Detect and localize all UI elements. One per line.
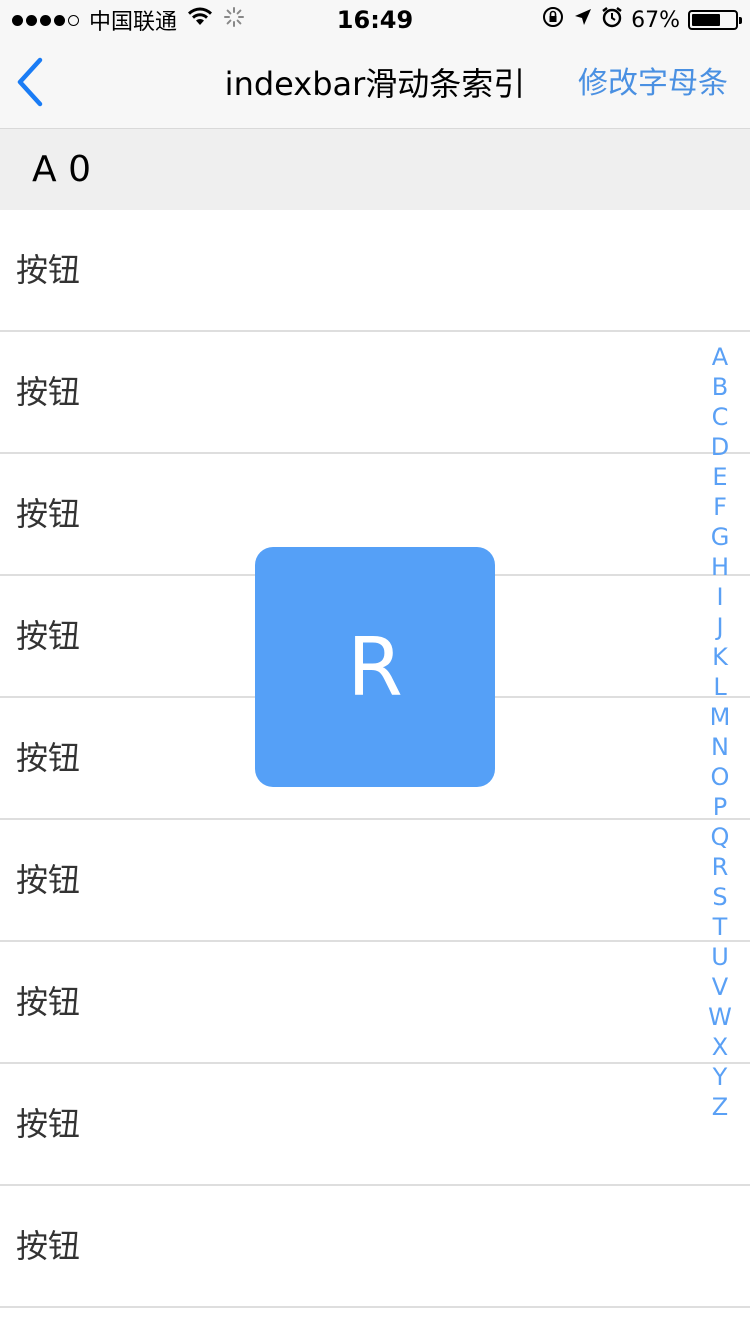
index-letter[interactable]: V <box>700 972 740 1002</box>
section-header: A 0 <box>0 129 750 210</box>
status-bar: 中国联通 16:49 67% <box>0 0 750 40</box>
navigation-bar: indexbar滑动条索引 修改字母条 <box>0 40 750 129</box>
index-letter[interactable]: I <box>700 582 740 612</box>
list-item[interactable]: 按钮 <box>0 1064 750 1186</box>
back-button[interactable] <box>12 54 72 114</box>
index-indicator: R <box>255 547 495 787</box>
chevron-left-icon <box>12 56 46 112</box>
rotation-lock-icon <box>541 5 565 35</box>
edit-letters-button[interactable]: 修改字母条 <box>578 40 728 128</box>
alarm-icon <box>601 6 623 34</box>
index-letter[interactable]: H <box>700 552 740 582</box>
index-letter[interactable]: D <box>700 432 740 462</box>
index-letter[interactable]: U <box>700 942 740 972</box>
index-letter[interactable]: E <box>700 462 740 492</box>
list-item[interactable]: 按钮 <box>0 942 750 1064</box>
index-letter[interactable]: Q <box>700 822 740 852</box>
list-item[interactable]: 按钮 <box>0 1186 750 1308</box>
index-letter[interactable]: S <box>700 882 740 912</box>
index-letter[interactable]: A <box>700 342 740 372</box>
battery-fill <box>692 14 721 26</box>
index-letter[interactable]: W <box>700 1002 740 1032</box>
index-letter[interactable]: K <box>700 642 740 672</box>
index-letter[interactable]: F <box>700 492 740 522</box>
index-letter[interactable]: Y <box>700 1062 740 1092</box>
index-letter[interactable]: O <box>700 762 740 792</box>
list-item[interactable]: 按钮 <box>0 332 750 454</box>
list-item[interactable]: 按钮 <box>0 210 750 332</box>
battery-percent: 67% <box>631 7 680 33</box>
battery-icon <box>688 10 742 30</box>
index-bar[interactable]: ABCDEFGHIJKLMNOPQRSTUVWXYZ <box>700 342 740 1122</box>
page-title: indexbar滑动条索引 <box>224 65 526 103</box>
index-letter[interactable]: G <box>700 522 740 552</box>
list-item[interactable]: 按钮 <box>0 820 750 942</box>
index-indicator-letter: R <box>347 620 403 714</box>
index-letter[interactable]: J <box>700 612 740 642</box>
status-right: 67% <box>541 0 742 40</box>
index-letter[interactable]: C <box>700 402 740 432</box>
index-letter[interactable]: M <box>700 702 740 732</box>
location-arrow-icon <box>573 7 593 33</box>
index-letter[interactable]: B <box>700 372 740 402</box>
index-letter[interactable]: Z <box>700 1092 740 1122</box>
index-letter[interactable]: N <box>700 732 740 762</box>
index-letter[interactable]: T <box>700 912 740 942</box>
index-letter[interactable]: X <box>700 1032 740 1062</box>
index-letter[interactable]: P <box>700 792 740 822</box>
index-letter[interactable]: R <box>700 852 740 882</box>
index-letter[interactable]: L <box>700 672 740 702</box>
